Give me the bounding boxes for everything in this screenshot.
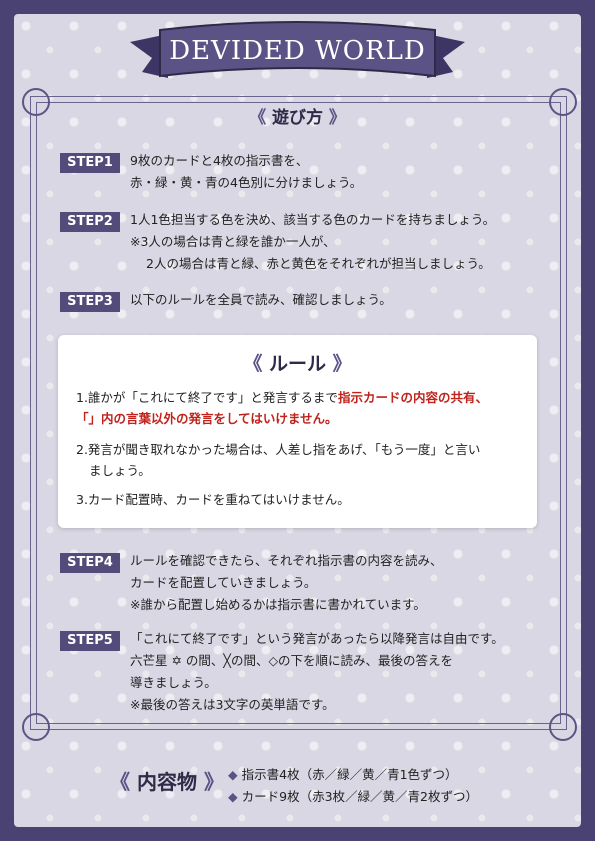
rule-2-text: 2.発言が聞き取れなかった場合は、人差し指をあげ、「もう一度」と言い [76, 442, 481, 457]
contents-heading: 《 内容物 》 [110, 766, 224, 795]
step4-line: ルールを確認できたら、それぞれ指示書の内容を読み、 [130, 553, 443, 568]
bracket-right-icon: 》 [332, 353, 352, 375]
rules-label: ルール [268, 353, 326, 375]
step5-text: 「これにて終了です」という発言があったら以降発言は自由です。 六芒星 ✡ の間、… [130, 628, 504, 716]
step2-line: 1人1色担当する色を決め、該当する色のカードを持ちましょう。 [130, 212, 496, 227]
rule-3: 3.カード配置時、カードを重ねてはいけません。 [76, 492, 350, 507]
rule-1: 1.誰かが「これにて終了です」と発言するまで指示カードの内容の共有、 「」内の言… [76, 387, 488, 429]
contents-list: ◆ 指示書4枚（赤／緑／黄／青1色ずつ） ◆ カード9枚（赤3枚／緑／黄／青2枚ずつ… [228, 764, 478, 808]
step5-label: STEP5 [60, 631, 120, 651]
contents-item-text: 指示書4枚（赤／緑／黄／青1色ずつ） [241, 767, 458, 782]
diamond-bullet-icon: ◆ [228, 789, 238, 804]
contents-label: 内容物 [136, 770, 197, 794]
step1-line: 9枚のカードと4枚の指示書を、 [130, 153, 309, 168]
step1-text: 9枚のカードと4枚の指示書を、 赤・緑・黄・青の4色別に分けましょう。 [130, 150, 362, 194]
step1-label: STEP1 [60, 153, 120, 173]
bracket-left-icon: 《 [249, 108, 267, 128]
contents-item-text: カード9枚（赤3枚／緑／黄／青2枚ずつ） [241, 789, 478, 804]
title-banner: DEVIDED WORLD [130, 20, 465, 84]
rules-box: 《 ルール 》 1.誰かが「これにて終了です」と発言するまで指示カードの内容の共… [58, 335, 537, 528]
step5-line: ※最後の答えは3文字の英単語です。 [130, 697, 335, 712]
step1-line: 赤・緑・黄・青の4色別に分けましょう。 [130, 175, 363, 190]
step4-text: ルールを確認できたら、それぞれ指示書の内容を読み、 カードを配置していきましょう… [130, 550, 443, 616]
contents-item: ◆ カード9枚（赤3枚／緑／黄／青2枚ずつ） [228, 786, 478, 808]
bracket-right-icon: 》 [328, 108, 346, 128]
page-title: DEVIDED WORLD [169, 36, 426, 66]
step5-line: 「これにて終了です」という発言があったら以降発言は自由です。 [130, 631, 504, 646]
step2-line: ※3人の場合は青と緑を誰か一人が、 [130, 234, 336, 249]
step2-text: 1人1色担当する色を決め、該当する色のカードを持ちましょう。 ※3人の場合は青と… [130, 209, 495, 275]
bracket-left-icon: 《 [110, 770, 130, 794]
contents-item: ◆ 指示書4枚（赤／緑／黄／青1色ずつ） [228, 764, 478, 786]
how-to-play-label: 遊び方 [272, 108, 323, 128]
rule-2: 2.発言が聞き取れなかった場合は、人差し指をあげ、「もう一度」と言い ましょう。 [76, 439, 480, 481]
rule-1-highlight-2: 「」内の言葉以外の発言をしてはいけません。 [76, 411, 338, 426]
bracket-left-icon: 《 [243, 353, 263, 375]
step5-line: 六芒星 ✡ の間、╳の間、◇の下を順に読み、最後の答えを [130, 653, 454, 668]
corner-ornament-icon [22, 713, 50, 741]
diamond-bullet-icon: ◆ [228, 767, 238, 782]
step5-line: 導きましょう。 [130, 675, 217, 690]
corner-ornament-icon [549, 713, 577, 741]
step3-text: 以下のルールを全員で読み、確認しましょう。 [130, 289, 392, 311]
step3-label: STEP3 [60, 292, 120, 312]
step4-line: ※誰から配置し始めるかは指示書に書かれています。 [130, 597, 426, 612]
step3-line: 以下のルールを全員で読み、確認しましょう。 [130, 292, 392, 307]
step4-line: カードを配置していきましょう。 [130, 575, 317, 590]
step2-label: STEP2 [60, 212, 120, 232]
step2-line: 2人の場合は青と緑、赤と黄色をそれぞれが担当しましょう。 [146, 256, 491, 271]
rule-2-text: ましょう。 [89, 463, 151, 478]
rule-1-text: 1.誰かが「これにて終了です」と発言するまで [76, 390, 338, 405]
rules-heading: 《 ルール 》 [58, 349, 537, 376]
step4-label: STEP4 [60, 553, 120, 573]
bracket-right-icon: 》 [203, 770, 224, 794]
rule-1-highlight: 指示カードの内容の共有、 [337, 390, 488, 405]
how-to-play-heading: 《 遊び方 》 [0, 103, 595, 128]
